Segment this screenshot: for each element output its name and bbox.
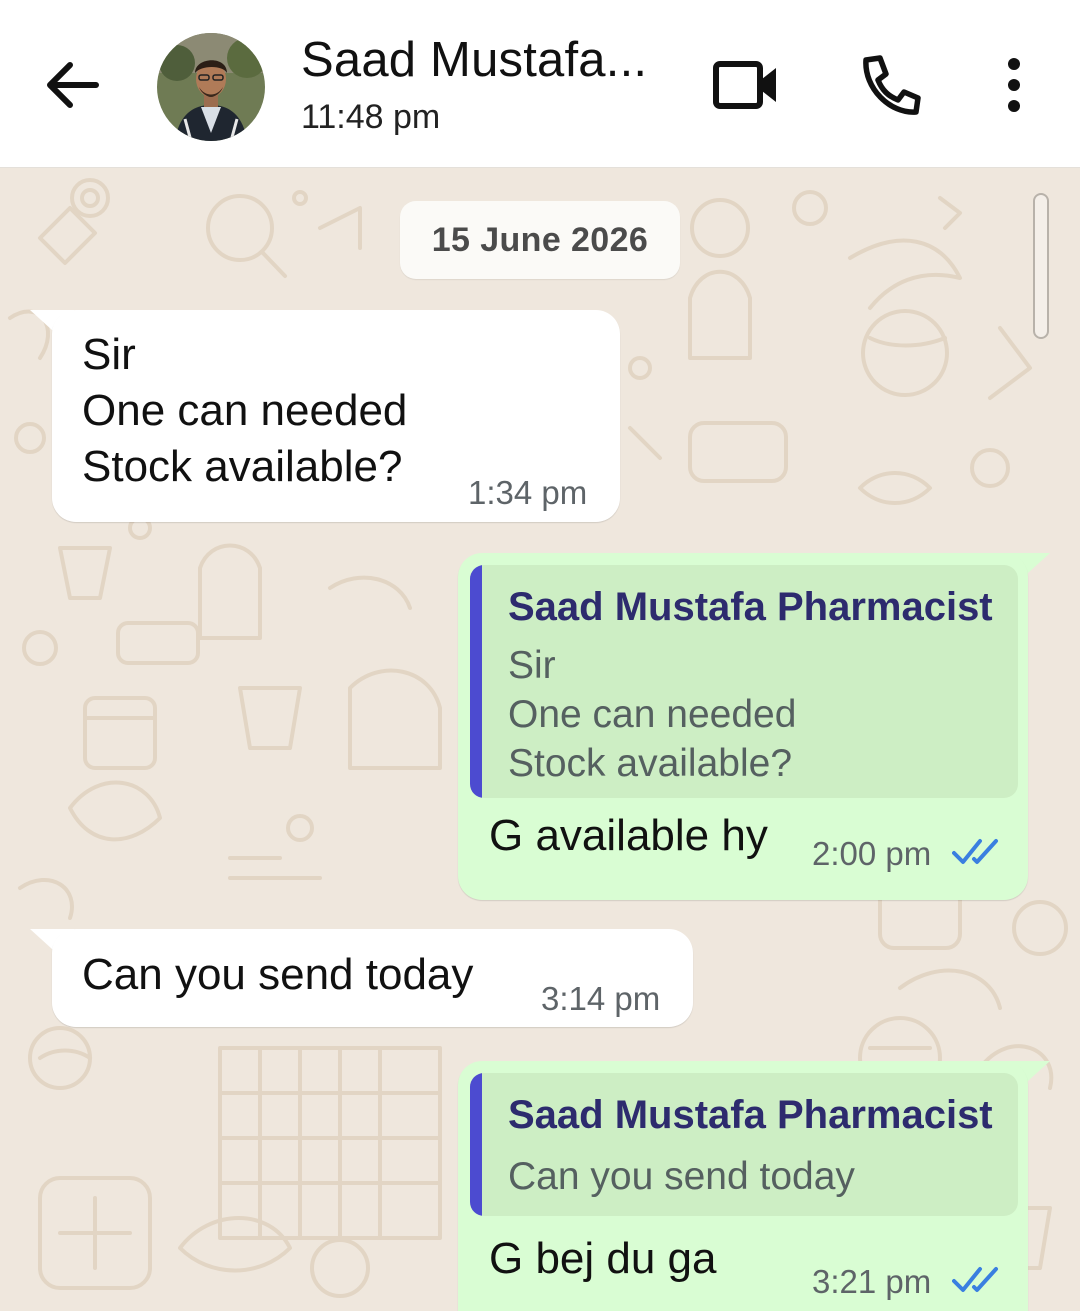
quote-text: Can you send today xyxy=(508,1155,855,1198)
message-bubble[interactable]: Saad Mustafa Pharmacist Sir One can need… xyxy=(458,553,1028,900)
message-text: G available hy xyxy=(489,811,768,860)
back-arrow-icon xyxy=(47,62,99,108)
chat-conversation[interactable]: 15 June 2026 Sir One can needed Stock av… xyxy=(0,168,1080,1311)
quote-text: Sir One can needed Stock available? xyxy=(508,644,797,785)
message-text: Can you send today xyxy=(82,950,474,999)
read-receipt-icon xyxy=(952,839,998,864)
scrollbar[interactable] xyxy=(1033,193,1049,339)
message-text: Sir One can needed Stock available? xyxy=(82,330,408,491)
quote-accent-bar xyxy=(470,565,482,798)
back-button[interactable] xyxy=(38,50,108,120)
last-seen-status: 11:48 pm xyxy=(301,98,441,136)
message-time: 2:00 pm xyxy=(812,835,932,872)
profile-photo xyxy=(157,33,265,141)
message-text: G bej du ga xyxy=(489,1234,717,1283)
quote-accent-bar xyxy=(470,1073,482,1216)
more-options-button[interactable] xyxy=(990,50,1038,120)
message-time: 3:21 pm xyxy=(812,1263,932,1300)
message-bubble[interactable]: Saad Mustafa Pharmacist Can you send tod… xyxy=(458,1061,1028,1311)
message-time: 3:14 pm xyxy=(541,980,661,1017)
date-separator: 15 June 2026 xyxy=(400,201,680,279)
voice-call-button[interactable] xyxy=(852,48,928,124)
quoted-message[interactable]: Saad Mustafa Pharmacist Sir One can need… xyxy=(470,565,1018,798)
message-bubble[interactable]: Sir One can needed Stock available? 1:34… xyxy=(52,310,620,522)
read-receipt-icon xyxy=(952,1267,998,1292)
video-call-icon xyxy=(713,61,776,109)
message-bubble[interactable]: Can you send today 3:14 pm xyxy=(52,929,693,1027)
contact-name[interactable]: Saad Mustafa... xyxy=(301,32,647,88)
phone-icon xyxy=(863,55,921,115)
quote-author: Saad Mustafa Pharmacist xyxy=(508,585,993,629)
chat-header: Saad Mustafa... 11:48 pm xyxy=(0,0,1080,168)
video-call-button[interactable] xyxy=(706,50,782,120)
more-vert-icon xyxy=(1008,58,1020,112)
avatar[interactable] xyxy=(157,33,265,141)
message-time: 1:34 pm xyxy=(468,474,588,511)
quoted-message[interactable]: Saad Mustafa Pharmacist Can you send tod… xyxy=(470,1073,1018,1216)
quote-author: Saad Mustafa Pharmacist xyxy=(508,1093,993,1137)
